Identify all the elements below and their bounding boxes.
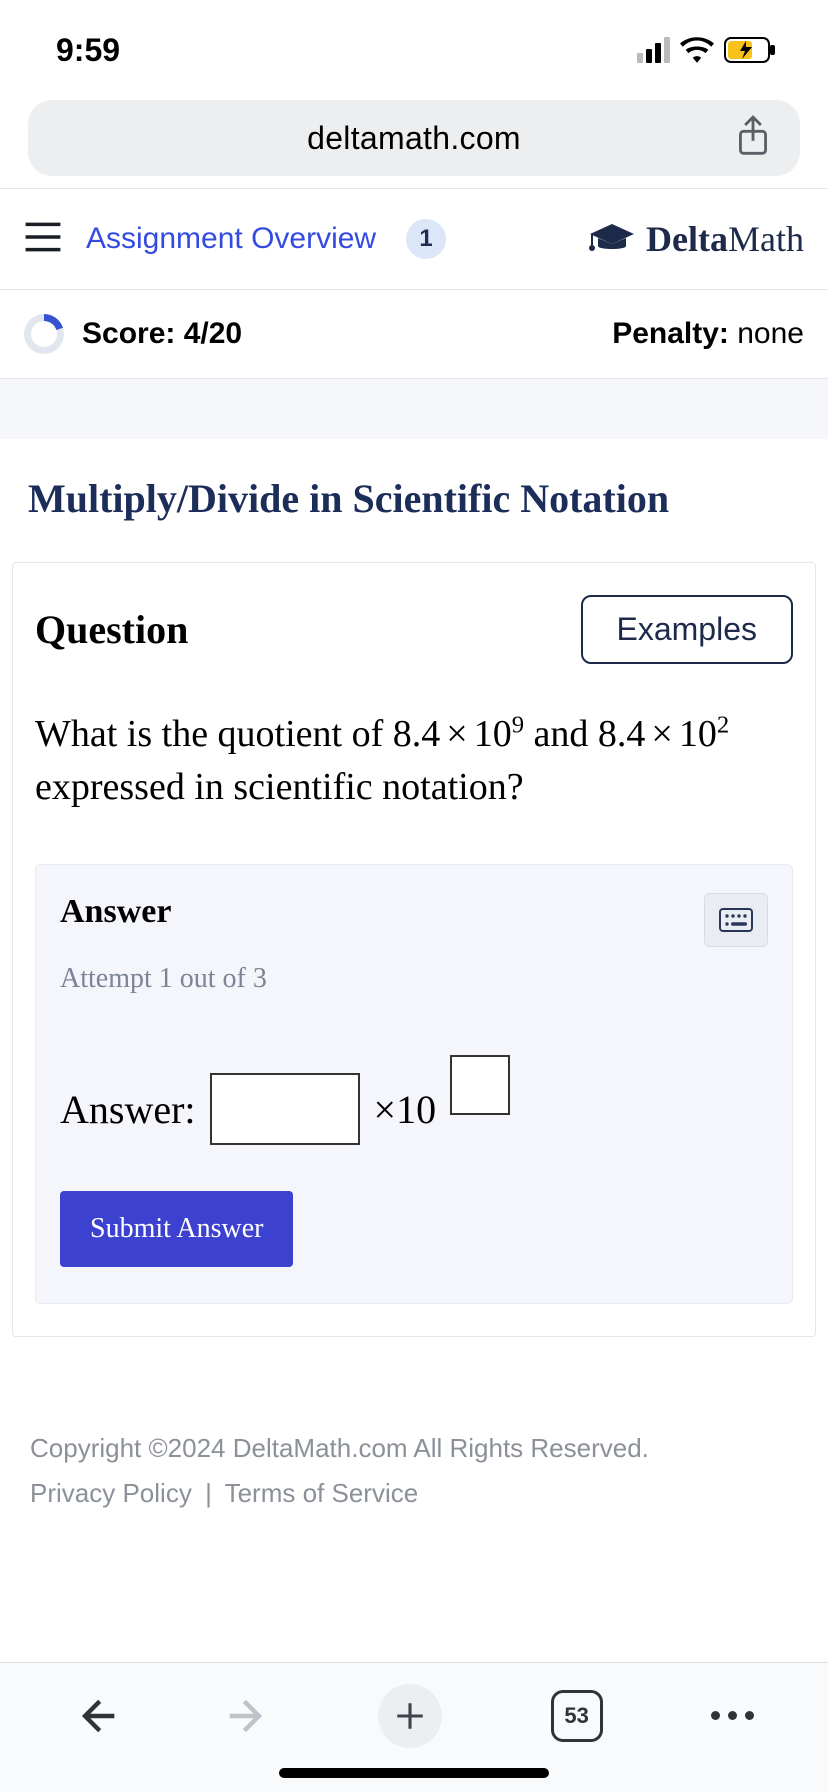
more-icon[interactable] bbox=[711, 1711, 754, 1720]
new-tab-button[interactable] bbox=[378, 1684, 442, 1748]
back-button[interactable] bbox=[74, 1694, 118, 1738]
answer-title: Answer bbox=[60, 893, 171, 931]
home-indicator[interactable] bbox=[279, 1768, 549, 1778]
browser-address-bar[interactable]: deltamath.com bbox=[28, 100, 800, 176]
menu-icon[interactable] bbox=[24, 221, 62, 258]
terms-link[interactable]: Terms of Service bbox=[225, 1478, 419, 1508]
deltamath-logo[interactable]: DeltaMath bbox=[588, 218, 804, 260]
cellular-icon bbox=[637, 37, 670, 63]
penalty-label: Penalty: none bbox=[612, 317, 804, 351]
answer-input-row: Answer: ×10 bbox=[60, 1055, 768, 1145]
attempt-counter: Attempt 1 out of 3 bbox=[60, 963, 768, 995]
footer-separator: | bbox=[199, 1478, 218, 1508]
page-title: Multiply/Divide in Scientific Notation bbox=[0, 439, 828, 562]
question-heading: Question bbox=[35, 606, 188, 653]
question-card: Question Examples What is the quotient o… bbox=[12, 562, 816, 1337]
assignment-overview-link[interactable]: Assignment Overview bbox=[86, 222, 376, 256]
coefficient-input[interactable] bbox=[210, 1073, 360, 1145]
wifi-icon bbox=[680, 37, 714, 63]
assignment-count-badge: 1 bbox=[406, 219, 446, 259]
forward-button[interactable] bbox=[226, 1694, 270, 1738]
tabs-button[interactable]: 53 bbox=[551, 1690, 603, 1742]
progress-spinner-icon bbox=[24, 314, 64, 354]
logo-text: DeltaMath bbox=[646, 218, 804, 260]
share-icon[interactable] bbox=[734, 114, 772, 163]
graduation-cap-icon bbox=[588, 222, 636, 256]
examples-button[interactable]: Examples bbox=[581, 595, 794, 664]
copyright-text: Copyright ©2024 DeltaMath.com All Rights… bbox=[30, 1433, 798, 1464]
submit-answer-button[interactable]: Submit Answer bbox=[60, 1191, 293, 1267]
status-bar: 9:59 bbox=[0, 0, 828, 100]
app-header: Assignment Overview 1 DeltaMath bbox=[0, 189, 828, 289]
exponent-input[interactable] bbox=[450, 1055, 510, 1115]
status-time: 9:59 bbox=[56, 32, 120, 69]
question-text: What is the quotient of 8.4×109 and 8.4×… bbox=[35, 708, 793, 814]
footer: Copyright ©2024 DeltaMath.com All Rights… bbox=[0, 1337, 828, 1509]
times-ten-label: ×10 bbox=[374, 1086, 437, 1133]
privacy-policy-link[interactable]: Privacy Policy bbox=[30, 1478, 192, 1508]
battery-charging-icon bbox=[724, 37, 778, 63]
browser-address-bar-wrap: deltamath.com bbox=[0, 100, 828, 188]
keypad-icon[interactable] bbox=[704, 893, 768, 947]
score-label: Score: 4/20 bbox=[82, 317, 242, 351]
browser-address-text: deltamath.com bbox=[307, 120, 521, 157]
content-gap bbox=[0, 379, 828, 439]
status-icons bbox=[637, 37, 778, 63]
answer-label: Answer: bbox=[60, 1086, 196, 1133]
score-bar: Score: 4/20 Penalty: none bbox=[0, 289, 828, 379]
answer-box: Answer Attempt 1 out of 3 Answer: ×10 Su… bbox=[35, 864, 793, 1304]
